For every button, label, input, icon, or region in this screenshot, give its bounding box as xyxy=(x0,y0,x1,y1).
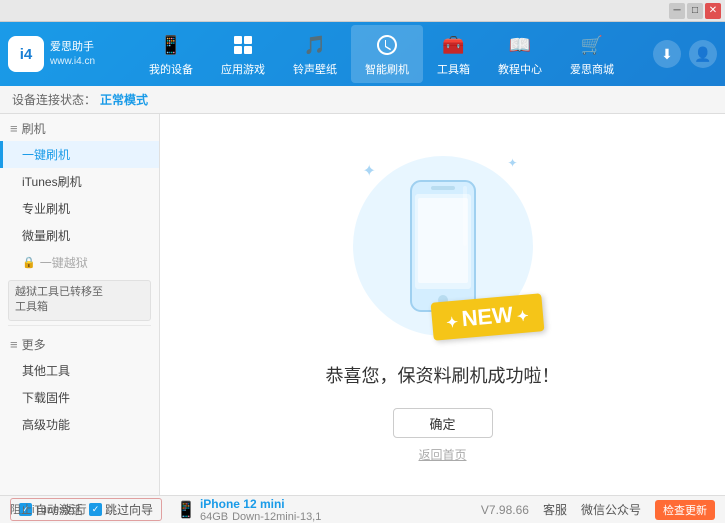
nav-ringtones[interactable]: 🎵 铃声壁纸 xyxy=(279,25,351,83)
sidebar-item-other-tools[interactable]: 其他工具 xyxy=(0,357,159,384)
nav-tutorials[interactable]: 📖 教程中心 xyxy=(484,25,556,83)
success-text: 恭喜您，保资料刷机成功啦！ xyxy=(326,362,560,388)
nav-toolbox[interactable]: 🧰 工具箱 xyxy=(423,25,484,83)
sidebar-item-itunes[interactable]: iTunes刷机 xyxy=(0,168,159,195)
my-device-icon: 📱 xyxy=(157,31,185,59)
service-link[interactable]: 客服 xyxy=(543,501,567,518)
download-button[interactable]: ⬇ xyxy=(653,40,681,68)
sidebar-section-more: ≡ 更多 xyxy=(0,330,159,357)
nav-ringtones-label: 铃声壁纸 xyxy=(293,61,337,77)
update-button[interactable]: 检查更新 xyxy=(655,500,715,520)
content-area: ✦ ✦ NEW 恭喜您，保资料刷机成功啦！ 确定 返回首页 xyxy=(160,114,725,495)
phone-svg xyxy=(403,176,483,316)
status-bar: 设备连接状态： 正常模式 xyxy=(0,86,725,114)
nav-apps-games[interactable]: 应用游戏 xyxy=(207,25,279,83)
main-layout: ≡ 刷机 一键刷机 iTunes刷机 专业刷机 微量刷机 🔒 一键越狱 越狱工具… xyxy=(0,114,725,495)
nav-my-device[interactable]: 📱 我的设备 xyxy=(135,25,207,83)
status-value: 正常模式 xyxy=(100,91,148,108)
sidebar-item-advanced[interactable]: 高级功能 xyxy=(0,411,159,438)
top-nav: i4 爱思助手 www.i4.cn 📱 我的设备 应用游戏 🎵 铃 xyxy=(0,22,725,86)
ringtones-icon: 🎵 xyxy=(301,31,329,59)
confirm-button[interactable]: 确定 xyxy=(393,408,493,438)
logo-text: 爱思助手 www.i4.cn xyxy=(50,40,95,67)
device-name: iPhone 12 mini xyxy=(200,497,321,511)
nav-items: 📱 我的设备 应用游戏 🎵 铃声壁纸 xyxy=(118,25,645,83)
smart-flash-icon xyxy=(373,31,401,59)
nav-my-device-label: 我的设备 xyxy=(149,61,193,77)
close-button[interactable]: ✕ xyxy=(705,3,721,19)
sidebar: ≡ 刷机 一键刷机 iTunes刷机 专业刷机 微量刷机 🔒 一键越狱 越狱工具… xyxy=(0,114,160,495)
nav-store[interactable]: 🛒 爱思商城 xyxy=(556,25,628,83)
store-icon: 🛒 xyxy=(578,31,606,59)
user-button[interactable]: 👤 xyxy=(689,40,717,68)
nav-tutorials-label: 教程中心 xyxy=(498,61,542,77)
nav-store-label: 爱思商城 xyxy=(570,61,614,77)
sidebar-item-download-fw[interactable]: 下载固件 xyxy=(0,384,159,411)
logo-icon: i4 xyxy=(8,36,44,72)
nav-smart-flash[interactable]: 智能刷机 xyxy=(351,25,423,83)
skip-wizard-checkbox[interactable]: ✓ 跳过向导 xyxy=(89,501,153,518)
title-bar: ─ □ ✕ xyxy=(0,0,725,22)
lock-icon: 🔒 xyxy=(22,256,36,269)
nav-toolbox-label: 工具箱 xyxy=(437,61,470,77)
bottom-bar: ✓ 自动激活 ✓ 跳过向导 📱 iPhone 12 mini 64GB Down… xyxy=(0,495,725,523)
new-badge: NEW xyxy=(430,293,543,340)
device-model: Down-12mini-13,1 xyxy=(232,511,321,523)
return-link[interactable]: 返回首页 xyxy=(418,446,466,463)
logo: i4 爱思助手 www.i4.cn xyxy=(8,36,108,72)
sidebar-grayed-jailbreak: 🔒 一键越狱 xyxy=(0,249,159,276)
sparkles-left: ✦ xyxy=(363,161,376,181)
sidebar-section-flash: ≡ 刷机 xyxy=(0,114,159,141)
nav-apps-label: 应用游戏 xyxy=(221,61,265,77)
sidebar-item-pro-flash[interactable]: 专业刷机 xyxy=(0,195,159,222)
sidebar-item-micro-flash[interactable]: 微量刷机 xyxy=(0,222,159,249)
apps-games-icon xyxy=(229,31,257,59)
sidebar-jailbreak-note: 越狱工具已转移至工具箱 xyxy=(8,280,151,321)
status-label: 设备连接状态： xyxy=(12,91,96,108)
phone-illustration: ✦ ✦ NEW xyxy=(343,146,543,346)
tutorials-icon: 📖 xyxy=(506,31,534,59)
toolbox-icon: 🧰 xyxy=(440,31,468,59)
device-capacity: 64GB xyxy=(200,511,228,523)
nav-smart-flash-label: 智能刷机 xyxy=(365,61,409,77)
device-phone-icon: 📱 xyxy=(176,500,196,520)
wechat-link[interactable]: 微信公众号 xyxy=(581,501,641,518)
nav-right: ⬇ 👤 xyxy=(653,40,717,68)
sidebar-divider xyxy=(8,325,151,326)
bottom-right: V7.98.66 客服 微信公众号 检查更新 xyxy=(481,500,715,520)
flash-section-icon: ≡ xyxy=(10,121,18,136)
version-text: V7.98.66 xyxy=(481,503,529,517)
sparkles-right: ✦ xyxy=(507,156,517,170)
skip-wizard-check-icon: ✓ xyxy=(89,503,102,516)
more-section-icon: ≡ xyxy=(10,337,18,352)
minimize-button[interactable]: ─ xyxy=(669,3,685,19)
stop-itunes-button[interactable]: 阻止iTunes运行 xyxy=(10,501,87,517)
maximize-button[interactable]: □ xyxy=(687,3,703,19)
sidebar-item-one-click[interactable]: 一键刷机 xyxy=(0,141,159,168)
